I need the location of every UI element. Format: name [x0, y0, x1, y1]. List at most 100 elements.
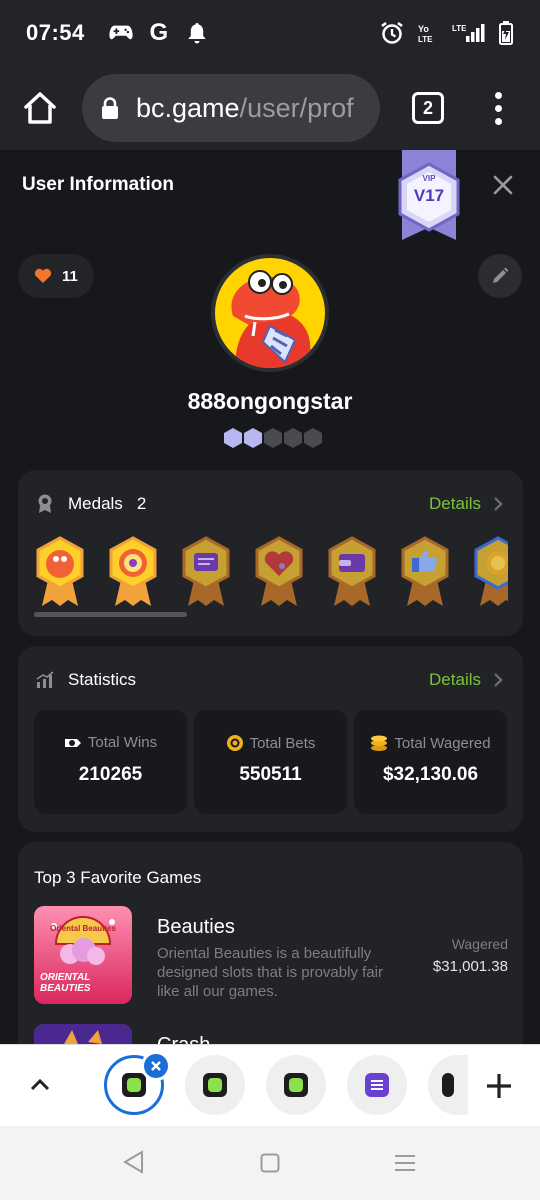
wins-icon — [64, 738, 81, 747]
chat-medal-icon[interactable] — [180, 536, 232, 608]
bc-game-icon — [284, 1073, 308, 1097]
medals-header: Medals 2 — [36, 494, 146, 514]
svg-text:LTE: LTE — [452, 24, 467, 33]
thumbnail-top-label: Oriental Beauties — [50, 924, 116, 933]
likes-count: 11 — [62, 267, 78, 285]
dinosaur-avatar-icon — [215, 258, 325, 368]
statistics-details-label: Details — [429, 670, 481, 689]
menu-dot-icon — [494, 91, 502, 99]
system-nav-bar — [0, 1126, 540, 1200]
game-description: Oriental Beauties is a beautifully desig… — [157, 945, 383, 1000]
menu-dot-icon — [494, 117, 502, 125]
google-icon: G — [149, 19, 169, 46]
wagered-icon — [371, 735, 388, 751]
close-button[interactable] — [490, 172, 516, 198]
level-dot-filled — [224, 428, 242, 448]
svg-text:LTE: LTE — [418, 35, 433, 44]
game-row-crash[interactable]: Crash — [34, 1024, 508, 1044]
medal-icon — [38, 494, 52, 513]
chevron-up-icon[interactable] — [28, 1073, 52, 1097]
medal-row[interactable] — [34, 536, 508, 608]
gamepad-icon — [109, 21, 133, 45]
vip-label: VIP — [422, 174, 436, 183]
overflow-menu-button[interactable] — [492, 91, 504, 125]
menu-lines-icon[interactable] — [394, 1154, 416, 1172]
recent-home-icon[interactable] — [260, 1153, 280, 1173]
back-icon[interactable] — [122, 1150, 146, 1174]
avatar[interactable] — [211, 254, 329, 372]
statistics-card: Statistics Details Total Wins 210265 Tot… — [18, 646, 523, 832]
level-dot-empty — [264, 428, 282, 448]
heart-medal-icon[interactable] — [253, 536, 305, 608]
medals-details-link[interactable]: Details — [429, 494, 503, 514]
stat-total-wins: Total Wins 210265 — [34, 710, 187, 814]
oriental-beauties-thumbnail[interactable]: Oriental Beauties ORIENTAL BEAUTIES — [34, 906, 132, 1004]
likes-pill[interactable]: 11 — [18, 254, 94, 298]
statistics-details-link[interactable]: Details — [429, 670, 503, 690]
bc-game-icon — [442, 1073, 454, 1097]
level-dot-filled — [244, 428, 262, 448]
wheel-medal-icon[interactable] — [107, 536, 159, 608]
coin-medal-icon[interactable] — [472, 536, 508, 608]
medals-details-label: Details — [429, 494, 481, 513]
stat-total-wagered: Total Wagered $32,130.06 — [354, 710, 507, 814]
tab-chip[interactable] — [185, 1055, 245, 1115]
browser-toolbar: bc.game/user/prof 2 — [0, 66, 540, 150]
lte-signal-icon: LTE — [452, 21, 486, 45]
vip-level: V17 — [413, 186, 445, 205]
url-host: bc.game — [136, 92, 240, 123]
bc-game-icon — [122, 1073, 146, 1097]
favorite-games-card: Top 3 Favorite Games Oriental Beauties O… — [18, 842, 523, 1044]
pencil-icon — [493, 267, 509, 283]
stat-value: 210265 — [78, 764, 143, 785]
volte-icon: Yo LTE — [416, 21, 440, 45]
tab-chip[interactable] — [266, 1055, 326, 1115]
list-app-icon — [365, 1073, 389, 1097]
game-wagered-value: $31,001.38 — [432, 958, 508, 975]
tab-chip-partial[interactable] — [428, 1055, 468, 1115]
statistics-title: Statistics — [68, 670, 137, 689]
svg-text:Yo: Yo — [418, 24, 429, 34]
close-icon — [151, 1061, 161, 1071]
statistics-header: Statistics — [36, 670, 136, 690]
url-path: /user/prof — [239, 92, 354, 123]
medals-count: 2 — [136, 494, 147, 513]
status-bar: 07:54 G Yo LTE LTE — [0, 0, 540, 66]
edit-profile-button[interactable] — [478, 254, 522, 298]
level-dots — [224, 428, 322, 448]
page-title: User Information — [22, 174, 175, 195]
game-name: Beauties — [157, 916, 235, 938]
crash-thumbnail[interactable] — [34, 1024, 132, 1044]
bell-icon — [185, 21, 209, 45]
wallet-medal-icon[interactable] — [326, 536, 378, 608]
status-icons-left: G — [109, 19, 209, 46]
vip-badge[interactable]: VIP V17 — [398, 150, 460, 240]
dino-medal-icon[interactable] — [34, 536, 86, 608]
tab-strip — [0, 1044, 540, 1126]
favorite-games-title: Top 3 Favorite Games — [34, 868, 202, 887]
close-tab-button[interactable] — [141, 1051, 171, 1081]
username: 888ongongstar — [187, 388, 353, 414]
thumbs-up-medal-icon[interactable] — [399, 536, 451, 608]
level-dot-empty — [284, 428, 302, 448]
stat-value: 550511 — [239, 764, 302, 785]
bc-game-icon — [203, 1073, 227, 1097]
url-field[interactable]: bc.game/user/prof — [82, 74, 380, 142]
game-row-beauties[interactable]: Oriental Beauties ORIENTAL BEAUTIES Beau… — [34, 906, 508, 1004]
new-tab-plus-icon[interactable] — [484, 1071, 514, 1101]
lock-icon — [102, 97, 118, 119]
tab-switcher-button[interactable]: 2 — [412, 92, 444, 124]
home-icon — [24, 92, 56, 124]
home-button[interactable] — [18, 86, 62, 130]
medal-scroll-indicator[interactable] — [34, 612, 187, 617]
stat-label: Total Wagered — [394, 734, 491, 752]
status-time: 07:54 — [26, 20, 85, 45]
bets-icon — [226, 735, 243, 751]
bar-chart-icon — [36, 671, 54, 688]
game-wagered-label: Wagered — [451, 936, 508, 952]
tab-chip[interactable] — [347, 1055, 407, 1115]
alarm-icon — [380, 21, 404, 45]
thumbnail-bottom-label: ORIENTAL BEAUTIES — [40, 972, 91, 994]
stat-value: $32,130.06 — [382, 764, 479, 785]
battery-icon — [498, 21, 514, 45]
